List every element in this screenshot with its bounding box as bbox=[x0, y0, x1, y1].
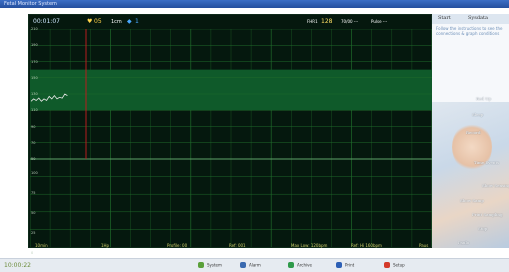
alarm-icon bbox=[240, 262, 246, 268]
toco-axis-tick-label: 0 bbox=[31, 251, 34, 255]
heart-icon: ♥ bbox=[87, 18, 93, 25]
status-extra-2: Pulse --- bbox=[371, 19, 388, 24]
chart-footer-label: 10min bbox=[35, 243, 48, 248]
fhr-axis-tick-label: 210 bbox=[31, 27, 38, 31]
fhr-axis-tick-label: 70 bbox=[31, 140, 36, 145]
fhr-axis-tick-label: 190 bbox=[31, 43, 38, 48]
tab-sysdata[interactable]: Sysdata bbox=[468, 15, 488, 21]
taskbar: 10:00:22 System Alarm Archive Print Setup bbox=[0, 258, 509, 272]
fetal-monitor-display: 00:01:07 ♥ 05 1cm ◆ 1 FHR1 128 70/00 ---… bbox=[28, 14, 432, 255]
menu-item-red-up[interactable]: Red Up bbox=[476, 96, 491, 101]
archive-icon bbox=[288, 262, 294, 268]
status-row: 00:01:07 ♥ 05 1cm ◆ 1 FHR1 128 70/00 ---… bbox=[29, 15, 431, 29]
print-icon bbox=[336, 262, 342, 268]
taskbar-button-label: Archive bbox=[297, 262, 312, 268]
taskbar-button-label: Alarm bbox=[249, 262, 261, 268]
taskbar-setup-button[interactable]: Setup bbox=[384, 262, 405, 270]
chart-footer-label: 1Hp bbox=[101, 243, 110, 248]
taskbar-button-label: Print bbox=[345, 262, 355, 268]
fhr-axis-tick-label: 110 bbox=[31, 108, 38, 113]
ctg-chart bbox=[30, 29, 432, 247]
fhr-axis-tick-label: 150 bbox=[31, 75, 38, 80]
fhr-axis-tick-label: 170 bbox=[31, 59, 38, 64]
fhr-axis-tick-label: 130 bbox=[31, 92, 38, 96]
fhr-axis-tick-label: 90 bbox=[31, 124, 36, 129]
fhr-axis-tick-label: 50 bbox=[31, 157, 36, 161]
toco-axis-tick-label: 75 bbox=[31, 191, 36, 195]
taskbar-alarm-button[interactable]: Alarm bbox=[240, 262, 261, 270]
chart-footer-label: Max Low: 120bpm bbox=[291, 243, 328, 248]
toco-axis-tick-label: 100 bbox=[31, 171, 38, 175]
menu-item-time-events[interactable]: Time Events bbox=[474, 160, 499, 165]
setup-icon bbox=[384, 262, 390, 268]
taskbar-print-button[interactable]: Print bbox=[336, 262, 354, 270]
menu-item-stop[interactable]: Stop bbox=[478, 226, 487, 231]
fhr-value: 128 bbox=[321, 18, 333, 25]
toco-axis-tick-label: 25 bbox=[31, 231, 36, 235]
chart-footer-label: Ref: 001 bbox=[229, 243, 246, 248]
chart-footer-label: Paus bbox=[419, 243, 429, 248]
window-titlebar: Fetal Monitor System bbox=[0, 0, 509, 8]
menu-item-record[interactable]: Record bbox=[466, 130, 481, 135]
channel-number: 1 bbox=[135, 18, 139, 25]
taskbar-archive-button[interactable]: Archive bbox=[288, 262, 312, 270]
channel-icon: ◆ bbox=[127, 18, 132, 25]
taskbar-system-button[interactable]: System bbox=[198, 262, 222, 270]
event-count: 05 bbox=[94, 18, 102, 25]
taskbar-button-label: System bbox=[207, 262, 222, 268]
paper-speed: 1cm bbox=[111, 19, 122, 25]
menu-item-show-samp[interactable]: Show Samp bbox=[460, 198, 484, 203]
tab-start[interactable]: Start bbox=[438, 15, 451, 21]
menu-item-show-sensing[interactable]: Show Sensing bbox=[482, 183, 509, 188]
taskbar-button-label: Setup bbox=[393, 262, 405, 268]
menu-item-print-sampling[interactable]: Print Sampling bbox=[472, 212, 503, 217]
fhr-label: FHR1 bbox=[307, 19, 318, 24]
chart-footer-label: Ref: Hi 160bpm bbox=[351, 243, 382, 248]
panel-tabs: Start Sysdata bbox=[432, 14, 509, 24]
window-title: Fetal Monitor System bbox=[4, 1, 57, 7]
toco-axis-tick-label: 50 bbox=[31, 211, 36, 215]
chart-footer-label: Profile: 00 bbox=[167, 243, 188, 248]
taskbar-clock: 10:00:22 bbox=[4, 262, 31, 269]
system-icon bbox=[198, 262, 204, 268]
menu-item-paulo[interactable]: Paulo bbox=[458, 240, 469, 245]
side-panel: Start Sysdata Follow the instructions to… bbox=[432, 14, 509, 248]
panel-description: Follow the instructions to see the conne… bbox=[436, 26, 503, 36]
elapsed-time: 00:01:07 bbox=[33, 18, 60, 25]
menu-item-sleep[interactable]: Sleep bbox=[472, 112, 483, 117]
background-photo bbox=[432, 102, 509, 248]
normal-fhr-band bbox=[30, 69, 432, 111]
status-extra-1: 70/00 --- bbox=[341, 19, 359, 24]
